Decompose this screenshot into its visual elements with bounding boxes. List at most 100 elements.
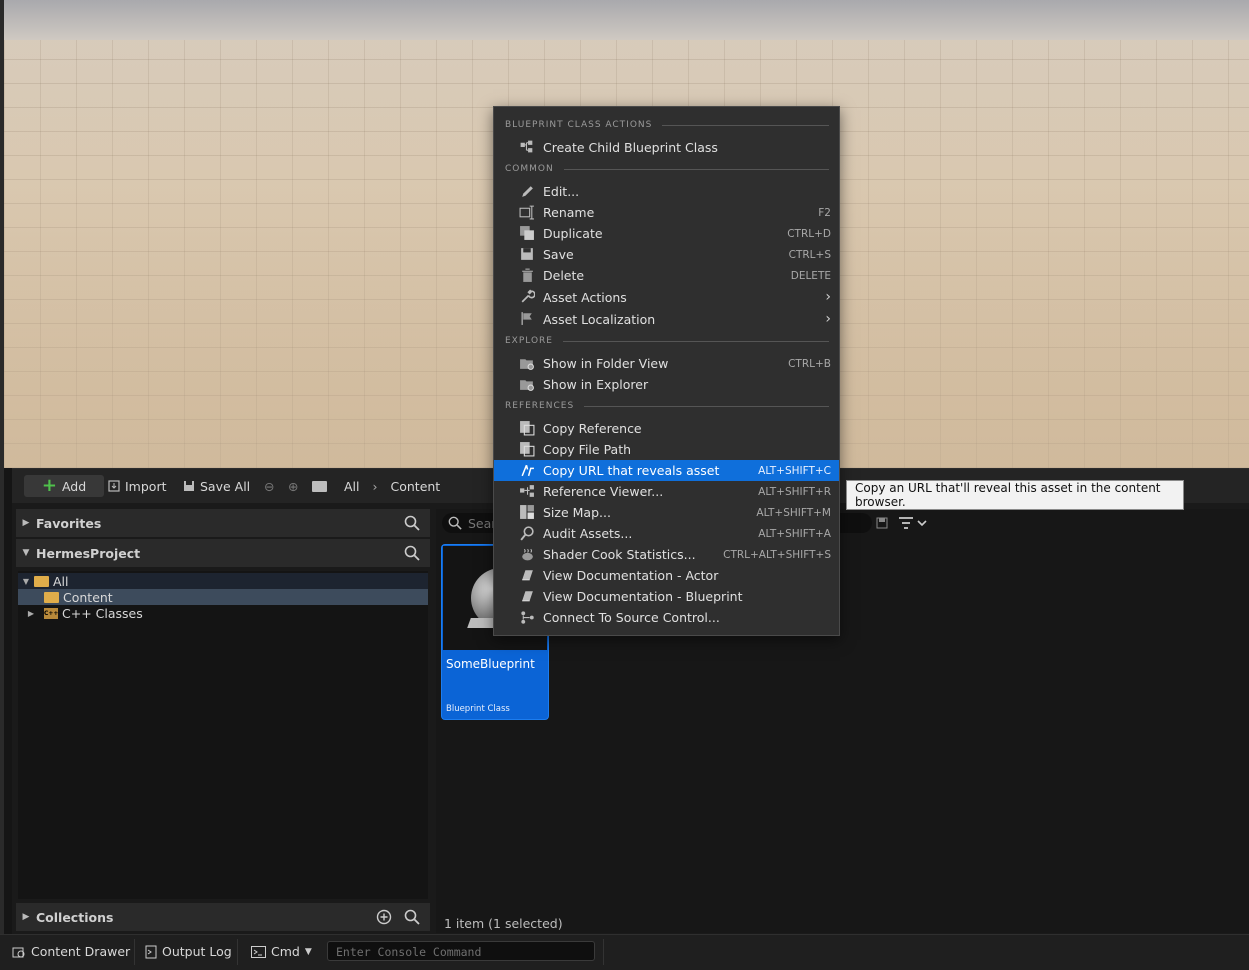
sources-panel: ▶ Favorites ▼ HermesProject ▼ All Conten… <box>16 509 430 933</box>
menu-item-size-map[interactable]: Size Map... ALT+SHIFT+M <box>494 502 839 523</box>
add-button[interactable]: + Add <box>24 475 104 497</box>
menu-item-show-in-folder-view[interactable]: Show in Folder View CTRL+B <box>494 353 839 374</box>
menu-item-rename[interactable]: Rename F2 <box>494 202 839 223</box>
viewport-sky <box>4 0 1249 40</box>
save-search-icon[interactable] <box>876 517 888 529</box>
book-icon <box>522 570 533 581</box>
menu-item-audit-assets[interactable]: Audit Assets... ALT+SHIFT+A <box>494 523 839 544</box>
asset-context-menu: BLUEPRINT CLASS ACTIONS Create Child Blue… <box>493 106 840 636</box>
menu-item-shortcut: CTRL+S <box>788 248 831 261</box>
favorites-header[interactable]: ▶ Favorites <box>16 509 430 537</box>
asset-name: SomeBlueprint <box>446 657 535 671</box>
flag-icon <box>521 312 532 325</box>
plus-icon: + <box>41 475 57 496</box>
menu-section-divider <box>584 405 829 407</box>
menu-item-show-in-explorer[interactable]: Show in Explorer <box>494 374 839 395</box>
menu-item-shader-cook-statistics[interactable]: Shader Cook Statistics... CTRL+ALT+SHIFT+… <box>494 544 839 565</box>
menu-item-label: Asset Actions <box>543 289 627 305</box>
tree-item-content[interactable]: Content <box>18 589 428 605</box>
menu-section-divider <box>563 168 829 170</box>
menu-item-connect-to-source-control[interactable]: Connect To Source Control... <box>494 607 839 628</box>
menu-section-header: COMMON <box>505 163 829 175</box>
menu-item-reference-viewer[interactable]: Reference Viewer... ALT+SHIFT+R <box>494 481 839 502</box>
menu-item-asset-actions[interactable]: Asset Actions › <box>494 286 839 308</box>
menu-item-shortcut: ALT+SHIFT+M <box>756 506 831 519</box>
import-button[interactable]: Import <box>108 475 167 497</box>
project-header[interactable]: ▼ HermesProject <box>16 539 430 567</box>
menu-item-delete[interactable]: Delete DELETE <box>494 265 839 286</box>
menu-item-view-documentation-actor[interactable]: View Documentation - Actor <box>494 565 839 586</box>
menu-item-shortcut: ALT+SHIFT+R <box>758 485 831 498</box>
content-drawer-button[interactable]: Content Drawer <box>12 944 130 959</box>
breadcrumb-chevron-icon: › <box>372 478 378 494</box>
child-blueprint-icon <box>520 140 533 153</box>
menu-item-label: Show in Folder View <box>543 356 669 371</box>
menu-item-label: View Documentation - Actor <box>543 568 719 583</box>
menu-item-label: Audit Assets... <box>543 526 633 541</box>
teapot-icon <box>522 548 533 561</box>
menu-item-shortcut: CTRL+B <box>788 357 831 370</box>
folder-icon <box>312 480 327 492</box>
expanded-arrow-icon: ▼ <box>22 576 30 586</box>
menu-item-copy-reference[interactable]: Copy Reference <box>494 418 839 439</box>
copy-icon <box>520 442 535 457</box>
menu-item-asset-localization[interactable]: Asset Localization › <box>494 308 839 330</box>
filter-icon[interactable] <box>898 516 928 530</box>
breadcrumb-all[interactable]: All <box>344 479 360 494</box>
collections-label: Collections <box>36 909 114 925</box>
content-drawer-label: Content Drawer <box>31 944 131 959</box>
folder-open-icon <box>44 591 59 603</box>
trash-icon <box>522 268 533 282</box>
menu-item-label: Create Child Blueprint Class <box>543 140 718 155</box>
menu-item-label: Copy Reference <box>543 421 642 436</box>
menu-item-shortcut: CTRL+ALT+SHIFT+S <box>723 548 831 561</box>
size-map-icon <box>520 505 534 519</box>
menu-item-label: Copy File Path <box>543 442 632 457</box>
menu-item-tooltip: Copy an URL that'll reveal this asset in… <box>846 480 1184 510</box>
save-all-button[interactable]: Save All <box>183 475 250 497</box>
search-icon[interactable] <box>404 909 420 925</box>
search-icon <box>448 516 462 530</box>
pencil-icon <box>522 186 533 197</box>
content-drawer-icon <box>12 947 25 957</box>
breadcrumb-content[interactable]: Content <box>391 479 441 494</box>
history-forward-button[interactable]: ⊕ <box>288 475 298 497</box>
tree-item-label: Content <box>63 589 113 605</box>
link-icon <box>521 464 534 477</box>
menu-item-copy-file-path[interactable]: Copy File Path <box>494 439 839 460</box>
asset-count-status: 1 item (1 selected) <box>444 916 563 931</box>
copy-icon <box>520 421 535 436</box>
menu-item-edit[interactable]: Edit... <box>494 181 839 202</box>
menu-item-copy-url-that-reveals-asset[interactable]: Copy URL that reveals asset ALT+SHIFT+C <box>494 460 839 481</box>
menu-item-save[interactable]: Save CTRL+S <box>494 244 839 265</box>
menu-item-create-child-blueprint-class[interactable]: Create Child Blueprint Class <box>494 137 839 158</box>
output-log-label: Output Log <box>162 944 232 959</box>
rename-icon <box>519 205 534 220</box>
collapsed-arrow-icon: ▶ <box>22 518 30 528</box>
folder-tree: ▼ All Content ▶ C++ C++ Classes <box>18 571 428 899</box>
submenu-chevron-icon: › <box>825 289 831 305</box>
favorites-label: Favorites <box>36 515 102 531</box>
console-command-input[interactable]: Enter Console Command <box>327 941 595 961</box>
cmd-selector[interactable]: Cmd ▼ <box>251 944 312 959</box>
search-icon[interactable] <box>404 515 420 531</box>
add-collection-icon[interactable] <box>376 909 392 925</box>
tree-item-label: All <box>53 573 69 589</box>
menu-item-label: Size Map... <box>543 505 611 520</box>
menu-item-label: Delete <box>543 268 585 283</box>
add-button-label: Add <box>61 478 87 494</box>
search-icon[interactable] <box>404 545 420 561</box>
menu-item-shortcut: CTRL+D <box>787 227 831 240</box>
history-back-button[interactable]: ⊖ <box>264 475 274 497</box>
divider <box>134 939 135 965</box>
menu-item-view-documentation-blueprint[interactable]: View Documentation - Blueprint <box>494 586 839 607</box>
tree-item-all[interactable]: ▼ All <box>18 573 428 589</box>
output-log-button[interactable]: Output Log <box>145 944 232 959</box>
menu-item-label: View Documentation - Blueprint <box>543 589 743 604</box>
tree-item-cpp-classes[interactable]: ▶ C++ C++ Classes <box>18 605 428 621</box>
folder-search-icon <box>520 380 534 391</box>
menu-item-duplicate[interactable]: Duplicate CTRL+D <box>494 223 839 244</box>
collections-header[interactable]: ▶ Collections <box>16 903 430 931</box>
breadcrumb: All › Content <box>312 475 440 497</box>
menu-item-label: Save <box>543 247 574 262</box>
